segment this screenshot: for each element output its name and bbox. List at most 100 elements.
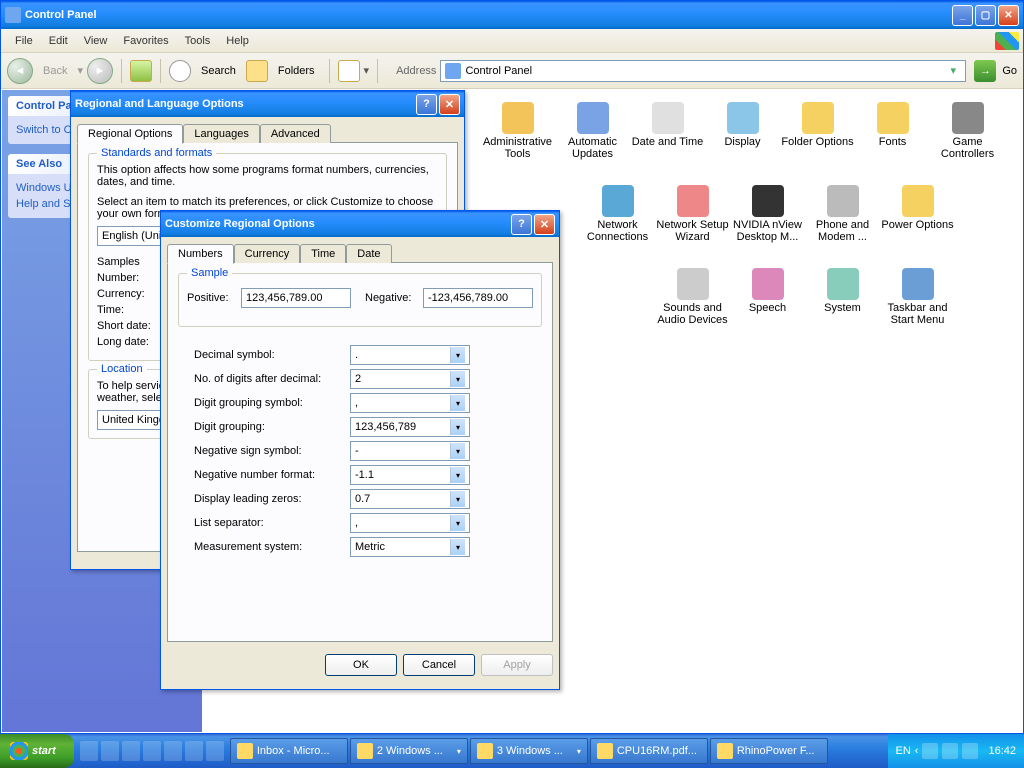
minimize-button[interactable]: _ (952, 5, 973, 26)
cp-icon[interactable]: Fonts (855, 102, 930, 177)
ql-icon[interactable] (185, 741, 203, 761)
go-button[interactable]: → (974, 60, 996, 82)
ql-icon[interactable] (143, 741, 161, 761)
maximize-button[interactable]: ▢ (975, 5, 996, 26)
cp-icon[interactable]: Date and Time (630, 102, 705, 177)
cancel-button[interactable]: Cancel (403, 654, 475, 676)
leading-zeros-combo[interactable]: 0.7▾ (350, 489, 470, 509)
cp-icon[interactable]: Phone and Modem ... (805, 185, 880, 260)
help-button[interactable]: ? (511, 214, 532, 235)
tab-languages[interactable]: Languages (183, 124, 259, 143)
negative-format-combo[interactable]: -1.1▾ (350, 465, 470, 485)
ql-icon[interactable] (164, 741, 182, 761)
sample-group: Sample Positive: 123,456,789.00 Negative… (178, 273, 542, 327)
help-button[interactable]: ? (416, 94, 437, 115)
address-dropdown[interactable]: ▾ (945, 61, 961, 81)
views-icon[interactable] (338, 60, 360, 82)
ql-icon[interactable] (80, 741, 98, 761)
digits-after-decimal-combo[interactable]: 2▾ (350, 369, 470, 389)
group-title: Location (97, 363, 147, 375)
ok-button[interactable]: OK (325, 654, 397, 676)
list-separator-label: List separator: (194, 517, 344, 529)
task-inbox[interactable]: Inbox - Micro... (230, 738, 348, 764)
digit-grouping-combo[interactable]: 123,456,789▾ (350, 417, 470, 437)
system-tray: EN ‹ 16:42 (888, 734, 1024, 768)
task-windows2[interactable]: 3 Windows ...▾ (470, 738, 588, 764)
tab-date[interactable]: Date (346, 244, 391, 263)
menu-help[interactable]: Help (218, 32, 257, 50)
address-bar[interactable]: Control Panel ▾ (440, 60, 966, 82)
lang-indicator[interactable]: EN (896, 745, 911, 757)
forward-button[interactable]: ► (87, 58, 113, 84)
tab-time[interactable]: Time (300, 244, 346, 263)
taskbar: start Inbox - Micro... 2 Windows ...▾ 3 … (0, 734, 1024, 768)
menu-file[interactable]: File (7, 32, 41, 50)
decimal-symbol-combo[interactable]: .▾ (350, 345, 470, 365)
cp-icon[interactable]: Speech (730, 268, 805, 343)
menu-edit[interactable]: Edit (41, 32, 76, 50)
tab-regional[interactable]: Regional Options (77, 124, 183, 144)
cp-icon[interactable]: Administrative Tools (480, 102, 555, 177)
cp-icon[interactable]: Taskbar and Start Menu (880, 268, 955, 343)
tab-currency[interactable]: Currency (234, 244, 301, 263)
cp-icon[interactable]: Display (705, 102, 780, 177)
menu-favorites[interactable]: Favorites (115, 32, 176, 50)
ql-icon[interactable] (101, 741, 119, 761)
negative-sign-combo[interactable]: -▾ (350, 441, 470, 461)
menu-tools[interactable]: Tools (177, 32, 219, 50)
folders-label[interactable]: Folders (272, 63, 321, 79)
cp-icon[interactable]: Power Options (880, 185, 955, 260)
dialog-titlebar: Regional and Language Options ? ✕ (71, 91, 464, 117)
ql-icon[interactable] (206, 741, 224, 761)
measurement-combo[interactable]: Metric▾ (350, 537, 470, 557)
cp-icon[interactable]: Network Setup Wizard (655, 185, 730, 260)
cp-icon[interactable]: Folder Options (780, 102, 855, 177)
back-button[interactable]: ◄ (7, 58, 33, 84)
toolbar: ◄ Back ▾ ► Search Folders ▾ Address Cont… (1, 53, 1023, 89)
task-windows1[interactable]: 2 Windows ...▾ (350, 738, 468, 764)
window-icon (5, 7, 21, 23)
apply-button[interactable]: Apply (481, 654, 553, 676)
tray-icon[interactable] (922, 743, 938, 759)
dialog-titlebar: Customize Regional Options ? ✕ (161, 211, 559, 237)
tab-advanced[interactable]: Advanced (260, 124, 331, 143)
up-icon[interactable] (130, 60, 152, 82)
dialog-buttons: OK Cancel Apply (161, 648, 559, 682)
close-button[interactable]: ✕ (439, 94, 460, 115)
group-title: Sample (187, 267, 232, 279)
dialog-title: Regional and Language Options (75, 98, 244, 110)
clock[interactable]: 16:42 (988, 745, 1016, 757)
dialog-tabs: Numbers Currency Time Date (167, 243, 553, 262)
start-button[interactable]: start (0, 734, 74, 768)
go-label[interactable]: Go (1002, 65, 1017, 77)
task-rhino[interactable]: RhinoPower F... (710, 738, 828, 764)
cp-icon[interactable]: NVIDIA nView Desktop M... (730, 185, 805, 260)
tray-icon[interactable] (942, 743, 958, 759)
ql-icon[interactable] (122, 741, 140, 761)
folders-icon[interactable] (246, 60, 268, 82)
search-icon[interactable] (169, 60, 191, 82)
cp-icon[interactable]: Game Controllers (930, 102, 1005, 177)
cp-icon[interactable]: Automatic Updates (555, 102, 630, 177)
digit-grouping-symbol-combo[interactable]: ,▾ (350, 393, 470, 413)
close-button[interactable]: ✕ (534, 214, 555, 235)
search-label[interactable]: Search (195, 63, 242, 79)
address-label: Address (396, 65, 436, 77)
menu-view[interactable]: View (76, 32, 116, 50)
back-label[interactable]: Back (37, 63, 73, 79)
titlebar: Control Panel _ ▢ ✕ (1, 1, 1023, 29)
cp-icon[interactable]: Sounds and Audio Devices (655, 268, 730, 343)
tray-icon[interactable] (962, 743, 978, 759)
close-button[interactable]: ✕ (998, 5, 1019, 26)
customize-regional-dialog: Customize Regional Options ? ✕ Numbers C… (160, 210, 560, 690)
dialog-title: Customize Regional Options (165, 218, 315, 230)
tray-expand[interactable]: ‹ (915, 745, 919, 757)
list-separator-combo[interactable]: ,▾ (350, 513, 470, 533)
task-pdf[interactable]: CPU16RM.pdf... (590, 738, 708, 764)
digit-grouping-symbol-label: Digit grouping symbol: (194, 397, 344, 409)
address-value: Control Panel (465, 65, 532, 77)
cp-icon[interactable]: Network Connections (580, 185, 655, 260)
cp-icon[interactable]: System (805, 268, 880, 343)
tab-numbers[interactable]: Numbers (167, 244, 234, 264)
negative-value: -123,456,789.00 (423, 288, 533, 308)
